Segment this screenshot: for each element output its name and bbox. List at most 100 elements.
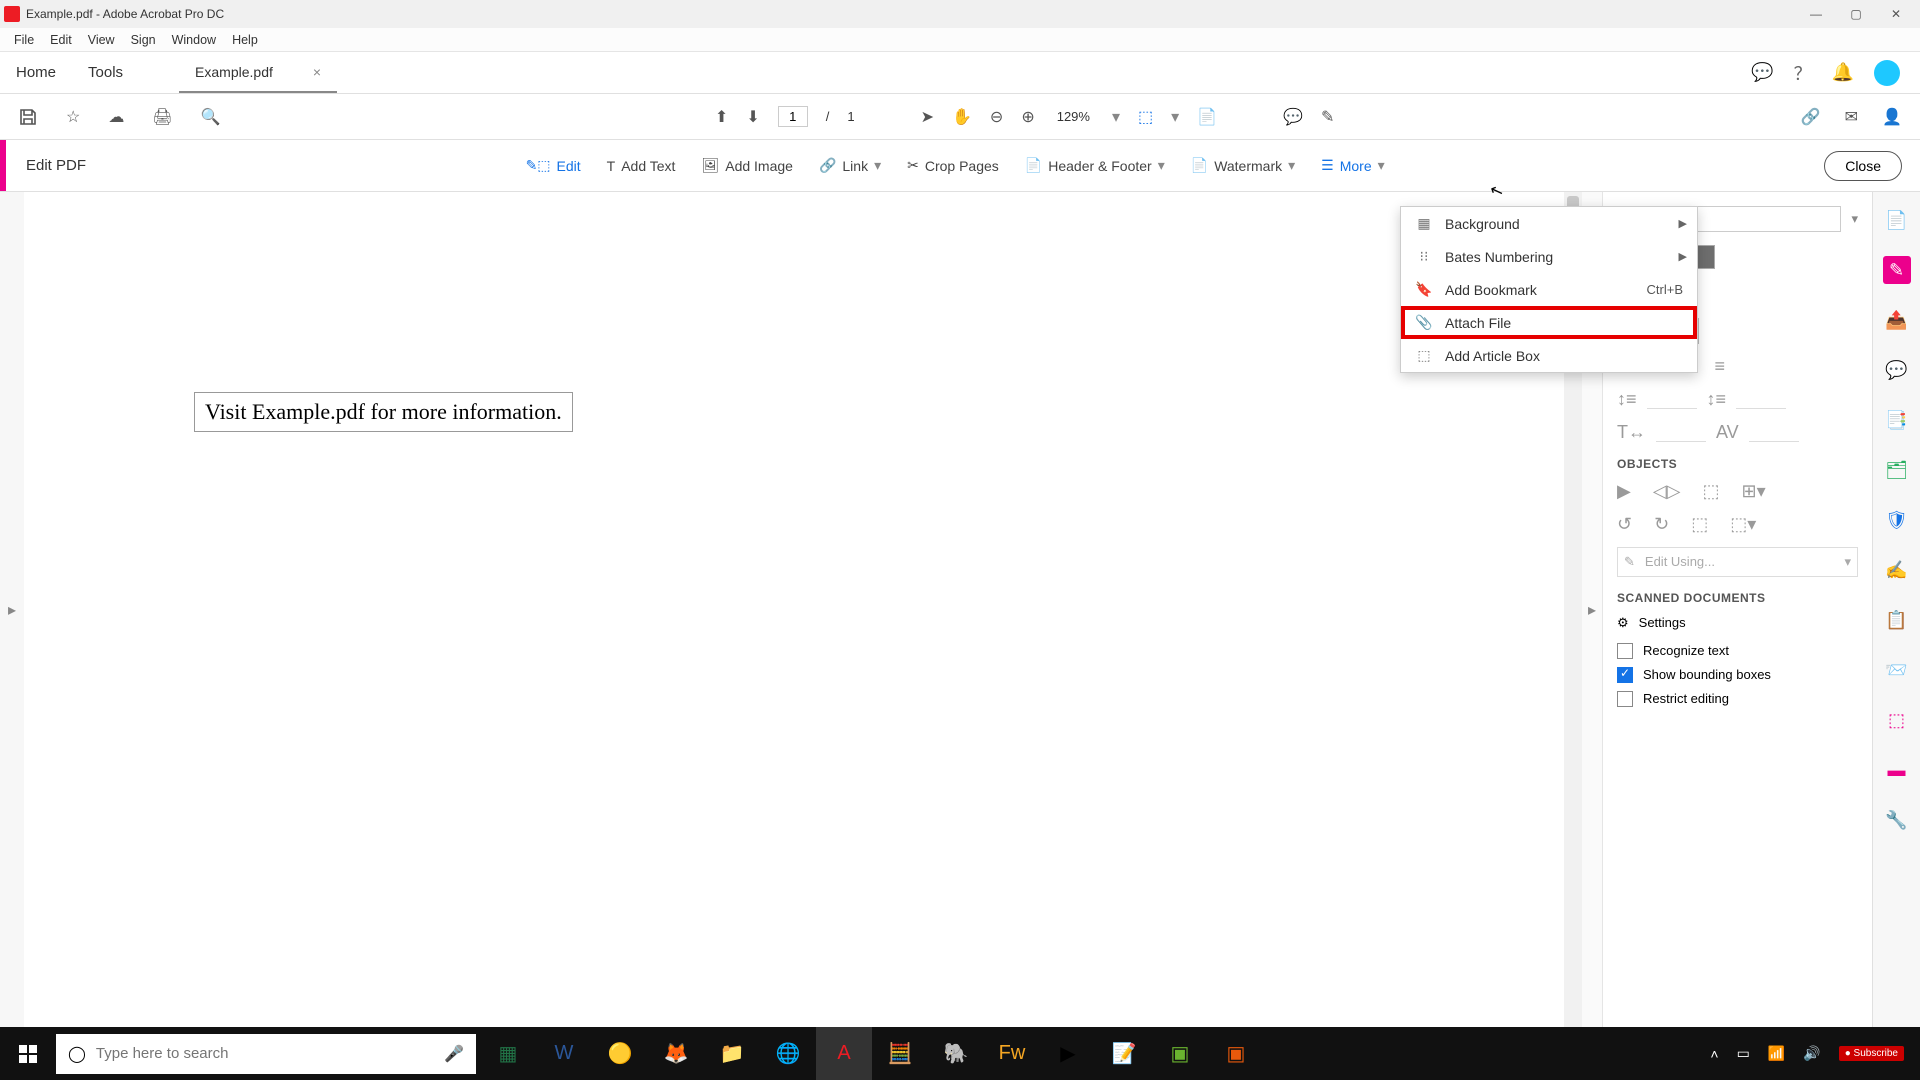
link-button[interactable]: 🔗Link▾ [819, 157, 881, 174]
taskbar-app-orange[interactable]: ▣ [1208, 1027, 1264, 1080]
pointer-icon[interactable]: ➤ [921, 107, 934, 127]
page-down-icon[interactable]: ⬇ [746, 107, 759, 127]
close-window-button[interactable]: ✕ [1876, 0, 1916, 28]
header-footer-button[interactable]: 📄Header & Footer▾ [1025, 157, 1165, 174]
start-button[interactable] [0, 1027, 56, 1080]
menu-sign[interactable]: Sign [123, 31, 164, 49]
menu-help[interactable]: Help [224, 31, 266, 49]
align-objects-icon[interactable]: ⊞▾ [1742, 481, 1766, 502]
menu-file[interactable]: File [6, 31, 42, 49]
menu-edit[interactable]: Edit [42, 31, 80, 49]
taskbar-firefox[interactable]: 🦊 [648, 1027, 704, 1080]
document-text-box[interactable]: Visit Example.pdf for more information. [194, 392, 573, 432]
mic-icon[interactable]: 🎤 [444, 1044, 464, 1064]
menu-item-background[interactable]: ▦ Background ▶ [1401, 207, 1697, 240]
align-justify-icon[interactable]: ≡ [1715, 356, 1726, 377]
tray-volume-icon[interactable]: 🔊 [1803, 1045, 1820, 1062]
crop-object-icon[interactable]: ⬚ [1703, 481, 1720, 502]
char-spacing-input[interactable] [1749, 422, 1799, 442]
taskbar-acrobat[interactable]: A [816, 1027, 872, 1080]
tray-chevron-up-icon[interactable]: ˄ [1710, 1046, 1718, 1062]
taskbar-evernote[interactable]: 🐘 [928, 1027, 984, 1080]
taskbar-search[interactable]: ◯ 🎤 [56, 1034, 476, 1074]
restrict-editing-checkbox[interactable] [1617, 691, 1633, 707]
tab-tools[interactable]: Tools [72, 52, 139, 93]
menu-view[interactable]: View [80, 31, 123, 49]
rail-comment-icon[interactable]: 💬 [1883, 356, 1911, 384]
menu-item-add-article-box[interactable]: ⬚ Add Article Box [1401, 339, 1697, 372]
hand-icon[interactable]: ✋ [952, 107, 972, 127]
cloud-icon[interactable]: ☁ [108, 107, 124, 127]
page-up-icon[interactable]: ⬆ [715, 107, 728, 127]
comment-icon[interactable]: 💬 [1283, 107, 1303, 127]
rail-prepare-form-icon[interactable]: 📋 [1883, 606, 1911, 634]
rail-redact-icon[interactable]: ▬ [1883, 756, 1911, 784]
taskbar-media-player[interactable]: ▶ [1040, 1027, 1096, 1080]
crop-pages-button[interactable]: ✂Crop Pages [907, 157, 999, 174]
taskbar-chrome[interactable]: 🟡 [592, 1027, 648, 1080]
bell-icon[interactable]: 🔔 [1832, 62, 1854, 83]
rail-compare-icon[interactable]: ⬚ [1883, 706, 1911, 734]
more-button[interactable]: ☰More▾ [1321, 157, 1385, 174]
arrange-icon[interactable]: ⬚▾ [1730, 514, 1756, 535]
taskbar-fireworks[interactable]: Fw [984, 1027, 1040, 1080]
zoom-out-icon[interactable]: ⊖ [990, 107, 1003, 127]
tray-wifi-icon[interactable]: 📶 [1768, 1045, 1785, 1062]
zoom-value[interactable]: 129% [1053, 107, 1094, 127]
email-icon[interactable]: ✉ [1845, 107, 1858, 127]
save-icon[interactable] [18, 107, 38, 127]
fit-width-icon[interactable]: ⬚ [1138, 107, 1153, 127]
highlight-icon[interactable]: ✎ [1321, 107, 1334, 127]
help-icon[interactable]: ？ [1794, 60, 1812, 86]
line-spacing-icon[interactable]: ↕≡ [1617, 389, 1637, 410]
add-text-button[interactable]: TAdd Text [607, 158, 676, 174]
taskbar-notepad[interactable]: 📝 [1096, 1027, 1152, 1080]
menu-item-attach-file[interactable]: 📎 Attach File [1401, 306, 1697, 339]
recognize-text-checkbox[interactable] [1617, 643, 1633, 659]
tab-document[interactable]: Example.pdf × [179, 52, 337, 93]
taskbar-word[interactable]: W [536, 1027, 592, 1080]
left-panel-expand[interactable]: ▸ [0, 192, 24, 1027]
rail-create-pdf-icon[interactable]: 📄 [1883, 206, 1911, 234]
taskbar-excel[interactable]: ▦ [480, 1027, 536, 1080]
menu-item-add-bookmark[interactable]: 🔖 Add Bookmark Ctrl+B [1401, 273, 1697, 306]
share-user-icon[interactable]: 👤 [1882, 107, 1902, 127]
rail-organize-icon[interactable]: 📑 [1883, 406, 1911, 434]
tray-battery-icon[interactable]: ▭ [1737, 1045, 1750, 1062]
taskbar-camtasia[interactable]: ▣ [1152, 1027, 1208, 1080]
edit-using-dropdown[interactable]: ✎ Edit Using... ▾ [1617, 547, 1858, 577]
char-spacing-icon[interactable]: AV [1716, 422, 1739, 443]
rail-protect-icon[interactable]: 🛡 [1883, 506, 1911, 534]
tab-home[interactable]: Home [0, 52, 72, 93]
watermark-button[interactable]: 📄Watermark▾ [1191, 157, 1295, 174]
zoom-in-icon[interactable]: ⊕ [1021, 107, 1034, 127]
rail-send-icon[interactable]: 📨 [1883, 656, 1911, 684]
chevron-down-icon[interactable]: ▾ [1851, 211, 1858, 227]
rail-export-pdf-icon[interactable]: 📤 [1883, 306, 1911, 334]
page-number-input[interactable] [778, 106, 808, 127]
chat-icon[interactable]: 💬 [1751, 62, 1773, 83]
horizontal-scale-input[interactable] [1656, 422, 1706, 442]
minimize-button[interactable]: — [1796, 0, 1836, 28]
print-icon[interactable]: 🖨 [152, 107, 172, 127]
edit-button[interactable]: ✎⬚Edit [526, 157, 581, 174]
user-avatar[interactable] [1874, 60, 1900, 86]
star-icon[interactable]: ☆ [66, 107, 80, 127]
paragraph-spacing-input[interactable] [1736, 389, 1786, 409]
rail-more-tools-icon[interactable]: 🔧 [1883, 806, 1911, 834]
mirror-icon[interactable]: ◁▷ [1653, 481, 1681, 502]
show-bounding-boxes-checkbox[interactable] [1617, 667, 1633, 683]
menu-window[interactable]: Window [164, 31, 224, 49]
page-canvas[interactable]: Visit Example.pdf for more information. [24, 192, 1564, 1027]
taskbar-search-input[interactable] [96, 1045, 434, 1062]
add-image-button[interactable]: 🖼Add Image [701, 157, 793, 174]
maximize-button[interactable]: ▢ [1836, 0, 1876, 28]
settings-button[interactable]: ⚙ Settings [1617, 615, 1858, 631]
page-display-icon[interactable]: 📄 [1197, 107, 1217, 127]
rotate-ccw-icon[interactable]: ↺ [1617, 514, 1632, 535]
search-icon[interactable]: 🔍 [201, 107, 221, 127]
menu-item-bates-numbering[interactable]: ⁝⁝ Bates Numbering ▶ [1401, 240, 1697, 273]
rail-fill-sign-icon[interactable]: ✍ [1883, 556, 1911, 584]
subscribe-badge[interactable]: ● Subscribe [1839, 1046, 1904, 1061]
rotate-cw-icon[interactable]: ↻ [1654, 514, 1669, 535]
